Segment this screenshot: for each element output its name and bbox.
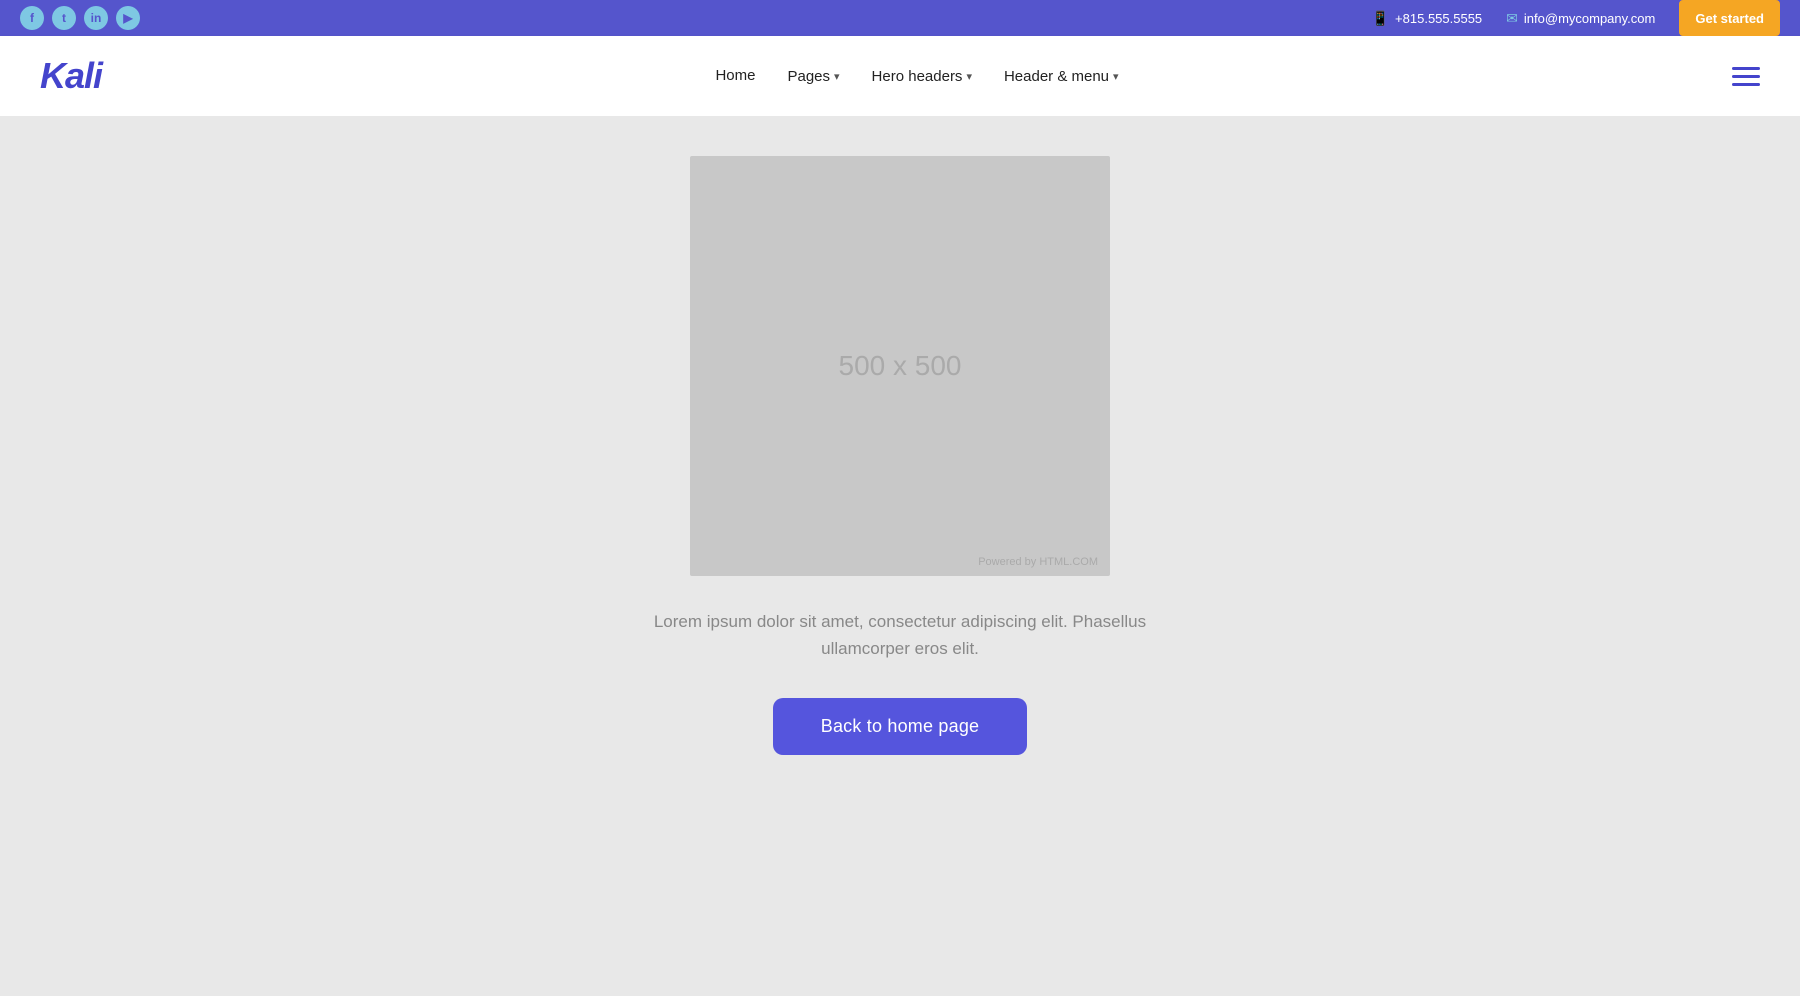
- email-address: info@mycompany.com: [1524, 11, 1655, 26]
- get-started-button[interactable]: Get started: [1679, 0, 1780, 36]
- nav-item-pages[interactable]: Pages ▾: [787, 68, 839, 85]
- powered-by-label: Powered by HTML.COM: [978, 556, 1098, 568]
- phone-contact: 📱 +815.555.5555: [1372, 10, 1483, 27]
- chevron-down-icon: ▾: [834, 70, 840, 83]
- top-bar: f t in ▶ 📱 +815.555.5555 ✉ info@mycompan…: [0, 0, 1800, 36]
- nav-link-home[interactable]: Home: [715, 67, 755, 84]
- phone-number: +815.555.5555: [1395, 11, 1482, 26]
- hamburger-line-2: [1732, 75, 1760, 78]
- facebook-icon[interactable]: f: [20, 6, 44, 30]
- chevron-down-icon: ▾: [1113, 70, 1119, 83]
- instagram-icon[interactable]: in: [84, 6, 108, 30]
- site-logo[interactable]: Kali: [40, 55, 102, 97]
- hamburger-line-3: [1732, 83, 1760, 86]
- nav-link-hero-headers[interactable]: Hero headers ▾: [872, 68, 972, 85]
- twitter-icon[interactable]: t: [52, 6, 76, 30]
- email-icon: ✉: [1506, 10, 1518, 27]
- social-icons-group: f t in ▶: [20, 6, 140, 30]
- description-text: Lorem ipsum dolor sit amet, consectetur …: [640, 608, 1160, 662]
- youtube-icon[interactable]: ▶: [116, 6, 140, 30]
- nav-links-list: Home Pages ▾ Hero headers ▾ Header & men…: [715, 67, 1118, 85]
- nav-item-header-menu[interactable]: Header & menu ▾: [1004, 68, 1119, 85]
- main-navigation: Kali Home Pages ▾ Hero headers ▾ Header …: [0, 36, 1800, 116]
- hamburger-line-1: [1732, 67, 1760, 70]
- back-to-home-button[interactable]: Back to home page: [773, 698, 1028, 755]
- email-contact: ✉ info@mycompany.com: [1506, 10, 1655, 27]
- top-bar-right: 📱 +815.555.5555 ✉ info@mycompany.com Get…: [1372, 0, 1780, 36]
- main-content: 500 x 500 Powered by HTML.COM Lorem ipsu…: [0, 116, 1800, 996]
- nav-link-header-menu[interactable]: Header & menu ▾: [1004, 68, 1119, 85]
- placeholder-image: 500 x 500 Powered by HTML.COM: [690, 156, 1110, 576]
- nav-item-hero-headers[interactable]: Hero headers ▾: [872, 68, 972, 85]
- nav-item-home[interactable]: Home: [715, 67, 755, 85]
- nav-link-pages[interactable]: Pages ▾: [787, 68, 839, 85]
- image-dimensions-label: 500 x 500: [839, 350, 962, 382]
- phone-icon: 📱: [1372, 10, 1389, 27]
- hamburger-menu-icon[interactable]: [1732, 67, 1760, 86]
- chevron-down-icon: ▾: [966, 70, 972, 83]
